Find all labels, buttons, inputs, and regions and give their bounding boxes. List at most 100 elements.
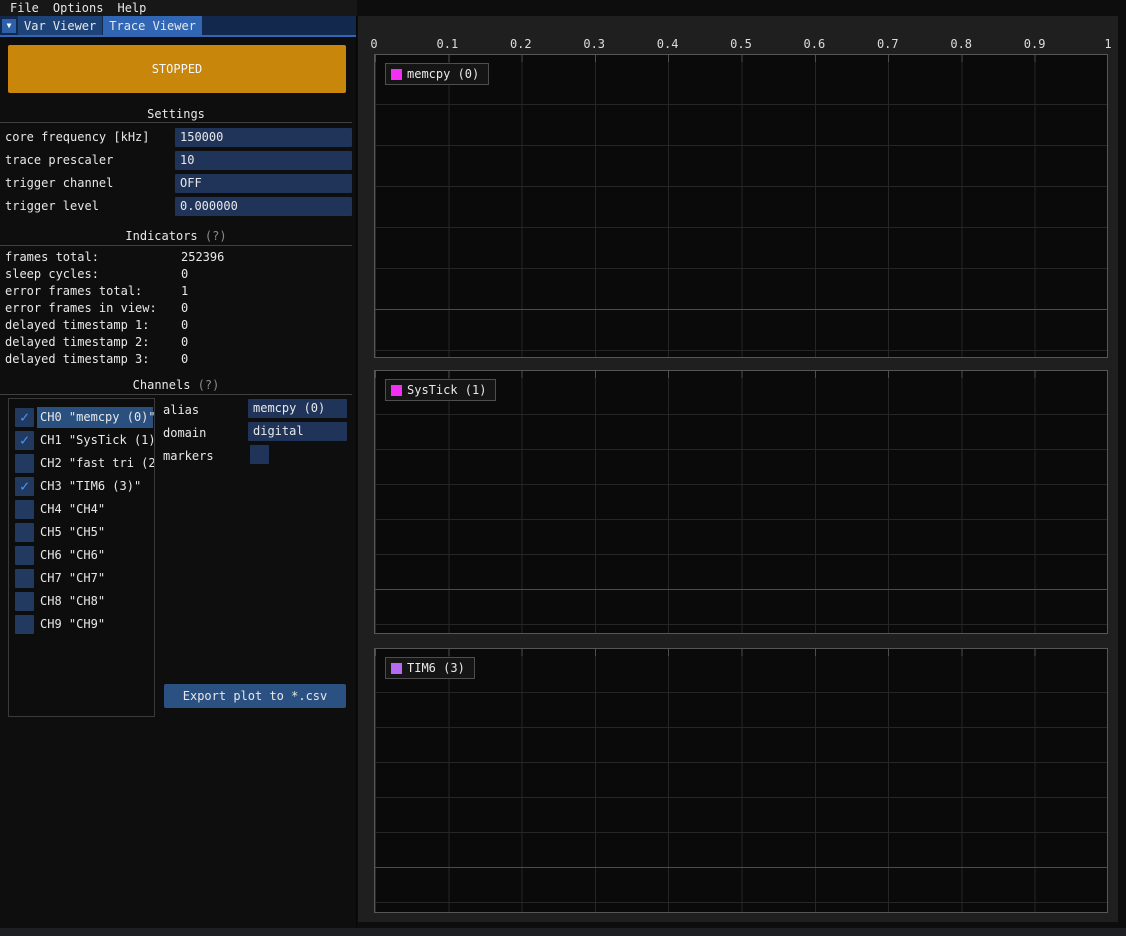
legend-memcpy[interactable]: memcpy (0)	[385, 63, 489, 85]
panel-divider[interactable]	[356, 16, 357, 928]
menu-options[interactable]: Options	[53, 1, 104, 15]
x-tick-0-9: 0.9	[1024, 37, 1046, 51]
trigger-channel-label: trigger channel	[5, 174, 113, 193]
gridline	[375, 145, 1107, 146]
trace-prescaler-label: trace prescaler	[5, 151, 113, 170]
tab-var-viewer[interactable]: Var Viewer	[18, 16, 102, 35]
channel-checkbox-ch7[interactable]	[15, 569, 34, 588]
frames-total-value: 252396	[181, 250, 224, 264]
settings-title: Settings	[0, 107, 352, 121]
channel-label[interactable]: CH0 "memcpy (0)"	[40, 406, 154, 429]
channel-label[interactable]: CH3 "TIM6 (3)"	[40, 475, 154, 498]
channel-row-ch2[interactable]: CH2 "fast tri (2	[9, 452, 154, 475]
domain-combo[interactable]: digital	[248, 422, 347, 441]
menu-file[interactable]: File	[10, 1, 39, 15]
channel-label[interactable]: CH5 "CH5"	[40, 521, 154, 544]
channels-title-text: Channels	[133, 378, 191, 392]
plots-panel: 0 0.1 0.2 0.3 0.4 0.5 0.6 0.7 0.8 0.9 1	[357, 0, 1126, 936]
acquisition-state-button[interactable]: STOPPED	[8, 45, 346, 93]
channel-checkbox-ch3[interactable]: ✓	[15, 477, 34, 496]
channel-label[interactable]: CH2 "fast tri (2	[40, 452, 154, 475]
channel-label[interactable]: CH6 "CH6"	[40, 544, 154, 567]
x-tick-0-8: 0.8	[950, 37, 972, 51]
channel-label[interactable]: CH7 "CH7"	[40, 567, 154, 590]
menu-help[interactable]: Help	[117, 1, 146, 15]
indicators-title: Indicators (?)	[0, 229, 352, 243]
plot-memcpy[interactable]: memcpy (0)	[374, 54, 1108, 358]
gridline	[375, 832, 1107, 833]
channel-listbox: ✓ CH0 "memcpy (0)" ✓ CH1 "SysTick (1) CH…	[8, 398, 155, 717]
x-tick-0-4: 0.4	[657, 37, 679, 51]
gridline	[375, 227, 1107, 228]
channel-checkbox-ch6[interactable]	[15, 546, 34, 565]
channel-label[interactable]: CH4 "CH4"	[40, 498, 154, 521]
channel-checkbox-ch2[interactable]	[15, 454, 34, 473]
channel-label[interactable]: CH8 "CH8"	[40, 590, 154, 613]
delayed-timestamp-3-value: 0	[181, 352, 188, 366]
x-tick-0-7: 0.7	[877, 37, 899, 51]
gridline	[375, 449, 1107, 450]
delayed-timestamp-3-label: delayed timestamp 3:	[5, 352, 150, 366]
indicators-help-icon[interactable]: (?)	[205, 229, 227, 243]
markers-checkbox[interactable]	[250, 445, 269, 464]
channel-row-ch3[interactable]: ✓ CH3 "TIM6 (3)"	[9, 475, 154, 498]
channel-row-ch5[interactable]: CH5 "CH5"	[9, 521, 154, 544]
channel-label[interactable]: CH1 "SysTick (1)	[40, 429, 154, 452]
channel-checkbox-ch9[interactable]	[15, 615, 34, 634]
gridline	[375, 692, 1107, 693]
channel-checkbox-ch4[interactable]	[15, 500, 34, 519]
x-tick-0-6: 0.6	[804, 37, 826, 51]
gridline	[375, 414, 1107, 415]
gridline	[375, 797, 1107, 798]
series-marker-icon	[391, 663, 402, 674]
legend-tim6[interactable]: TIM6 (3)	[385, 657, 475, 679]
channel-row-ch8[interactable]: CH8 "CH8"	[9, 590, 154, 613]
gridline	[375, 762, 1107, 763]
core-frequency-input[interactable]: 150000	[175, 128, 352, 147]
channel-checkbox-ch8[interactable]	[15, 592, 34, 611]
tab-trace-viewer[interactable]: Trace Viewer	[103, 16, 202, 35]
channel-checkbox-ch1[interactable]: ✓	[15, 431, 34, 450]
sleep-cycles-value: 0	[181, 267, 188, 281]
plot-systick[interactable]: SysTick (1)	[374, 370, 1108, 634]
plots-window: 0 0.1 0.2 0.3 0.4 0.5 0.6 0.7 0.8 0.9 1	[358, 16, 1118, 922]
channel-row-ch1[interactable]: ✓ CH1 "SysTick (1)	[9, 429, 154, 452]
channel-row-ch0[interactable]: ✓ CH0 "memcpy (0)"	[9, 406, 154, 429]
channel-label[interactable]: CH9 "CH9"	[40, 613, 154, 636]
time-axis[interactable]: 0 0.1 0.2 0.3 0.4 0.5 0.6 0.7 0.8 0.9 1	[374, 37, 1108, 51]
app-window: File Options Help ▼ Var Viewer Trace Vie…	[0, 0, 1126, 936]
channel-checkbox-ch5[interactable]	[15, 523, 34, 542]
gridline	[375, 350, 1107, 351]
channel-row-ch9[interactable]: CH9 "CH9"	[9, 613, 154, 636]
legend-systick[interactable]: SysTick (1)	[385, 379, 496, 401]
sleep-cycles-label: sleep cycles:	[5, 267, 99, 281]
collapse-arrow-icon[interactable]: ▼	[2, 19, 16, 33]
channel-row-ch7[interactable]: CH7 "CH7"	[9, 567, 154, 590]
legend-label: memcpy (0)	[407, 67, 479, 81]
trigger-level-label: trigger level	[5, 197, 99, 216]
zero-gridline	[375, 867, 1107, 868]
core-frequency-label: core frequency [kHz]	[5, 128, 150, 147]
channel-row-ch4[interactable]: CH4 "CH4"	[9, 498, 154, 521]
separator	[0, 394, 352, 395]
export-csv-button[interactable]: Export plot to *.csv	[164, 684, 346, 708]
trigger-level-input[interactable]: 0.000000	[175, 197, 352, 216]
error-frames-total-label: error frames total:	[5, 284, 142, 298]
trigger-channel-combo[interactable]: OFF	[175, 174, 352, 193]
x-tick-0-1: 0.1	[437, 37, 459, 51]
separator	[0, 245, 352, 246]
error-frames-in-view-value: 0	[181, 301, 188, 315]
plot-tim6[interactable]: TIM6 (3)	[374, 648, 1108, 913]
gridline	[375, 902, 1107, 903]
channels-help-icon[interactable]: (?)	[198, 378, 220, 392]
x-tick-0-5: 0.5	[730, 37, 752, 51]
error-frames-total-value: 1	[181, 284, 188, 298]
delayed-timestamp-1-value: 0	[181, 318, 188, 332]
alias-input[interactable]: memcpy (0)	[248, 399, 347, 418]
trace-prescaler-input[interactable]: 10	[175, 151, 352, 170]
dock-tab-bar: ▼ Var Viewer Trace Viewer	[0, 16, 357, 37]
channel-row-ch6[interactable]: CH6 "CH6"	[9, 544, 154, 567]
frames-total-label: frames total:	[5, 250, 99, 264]
series-marker-icon	[391, 385, 402, 396]
channel-checkbox-ch0[interactable]: ✓	[15, 408, 34, 427]
